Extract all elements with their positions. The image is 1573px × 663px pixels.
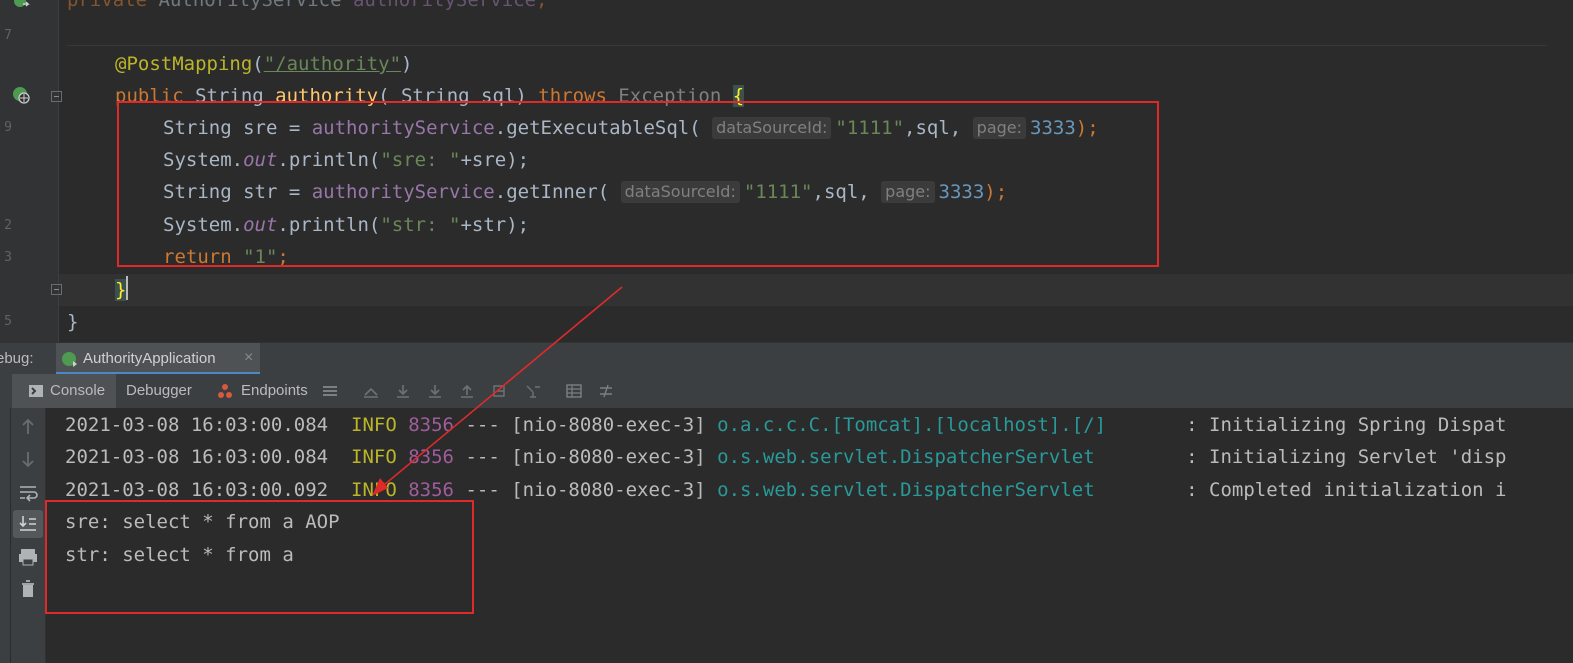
line-number: 7 <box>4 28 12 43</box>
log-line: 2021-03-08 16:03:00.092 INFO 8356 --- [n… <box>65 479 1507 501</box>
tab-endpoints-label: Endpoints <box>241 382 308 399</box>
output-line: str: select * from a <box>65 544 294 566</box>
spring-endpoint-icon[interactable] <box>12 86 30 104</box>
line-number: 3 <box>4 250 12 265</box>
code-line-signature: public String authority( String sql) thr… <box>115 85 745 107</box>
param-hint: dataSourceId: <box>620 181 740 203</box>
code-line-return: return "1"; <box>163 246 289 268</box>
tab-console-label: Console <box>50 382 106 399</box>
param-hint: dataSourceId: <box>712 117 832 139</box>
tab-debugger[interactable]: Debugger <box>126 374 192 408</box>
step-out-icon[interactable] <box>459 383 475 399</box>
output-line: sre: select * from a AOP <box>65 511 340 533</box>
console-icon <box>29 385 43 397</box>
drop-frame-icon[interactable] <box>491 383 507 399</box>
scroll-to-end-icon <box>19 516 36 531</box>
log-line: 2021-03-08 16:03:00.084 INFO 8356 --- [n… <box>65 446 1507 468</box>
down-arrow-icon[interactable] <box>17 448 39 470</box>
code-line-get-inner: String str = authorityService.getInner( … <box>163 181 1008 203</box>
console-side-toolbar <box>11 408 46 663</box>
evaluate-expression-icon[interactable] <box>566 383 582 399</box>
endpoints-icon <box>218 384 232 398</box>
code-line-get-executable-sql: String sre = authorityService.getExecuta… <box>163 117 1099 139</box>
tool-window-strip <box>0 408 10 663</box>
scroll-to-end-button[interactable] <box>13 510 43 538</box>
step-over-icon[interactable] <box>395 383 411 399</box>
debug-tool-window-header: ebug: AuthorityApplication × <box>0 342 1573 375</box>
line-number: 5 <box>4 314 12 329</box>
print-icon[interactable] <box>17 546 39 568</box>
console-output[interactable]: 2021-03-08 16:03:00.084 INFO 8356 --- [n… <box>46 408 1573 663</box>
code-line-print-sre: System.out.println("sre: "+sre); <box>163 149 530 171</box>
show-execution-point-icon[interactable] <box>363 383 379 399</box>
line-number: 2 <box>4 218 12 233</box>
param-hint: page: <box>881 181 935 203</box>
code-editor[interactable]: 7 9 2 3 5 private AuthorityService autho… <box>0 0 1573 342</box>
code-line-annotation: @PostMapping("/authority") <box>115 53 413 75</box>
code-line-close-class: } <box>67 311 79 333</box>
fold-marker-icon[interactable] <box>51 91 62 102</box>
tab-label: AuthorityApplication <box>83 350 216 367</box>
code-line-print-str: System.out.println("str: "+str); <box>163 214 530 236</box>
soft-wrap-icon[interactable] <box>17 482 39 504</box>
text-caret <box>126 276 129 300</box>
debug-label: ebug: <box>0 350 34 367</box>
step-into-icon[interactable] <box>427 383 443 399</box>
close-icon[interactable]: × <box>244 349 253 367</box>
fold-marker-icon[interactable] <box>51 284 62 295</box>
line-number: 9 <box>4 120 12 135</box>
trash-icon[interactable] <box>17 578 39 600</box>
tab-authority-application[interactable]: AuthorityApplication × <box>56 343 260 375</box>
debug-toolbar: Console Debugger Endpoints <box>0 374 1573 409</box>
code-line-close-method: } <box>115 274 129 306</box>
editor-gutter: 7 9 2 3 5 <box>0 0 62 342</box>
code-line-field: private AuthorityService authorityServic… <box>67 0 548 11</box>
bean-navigation-icon[interactable] <box>12 0 30 10</box>
tab-console[interactable]: Console <box>12 374 116 408</box>
up-arrow-icon[interactable] <box>17 416 39 438</box>
param-hint: page: <box>972 117 1027 139</box>
current-line-highlight <box>59 274 1573 306</box>
tab-endpoints[interactable]: Endpoints <box>217 374 317 408</box>
run-to-cursor-icon[interactable] <box>525 383 541 399</box>
log-line: 2021-03-08 16:03:00.084 INFO 8356 --- [n… <box>65 414 1507 436</box>
tab-debugger-label: Debugger <box>126 382 192 399</box>
menu-icon[interactable] <box>322 383 338 399</box>
method-separator <box>67 45 1547 46</box>
spring-boot-icon <box>62 352 77 367</box>
trace-streams-icon[interactable] <box>598 383 614 399</box>
